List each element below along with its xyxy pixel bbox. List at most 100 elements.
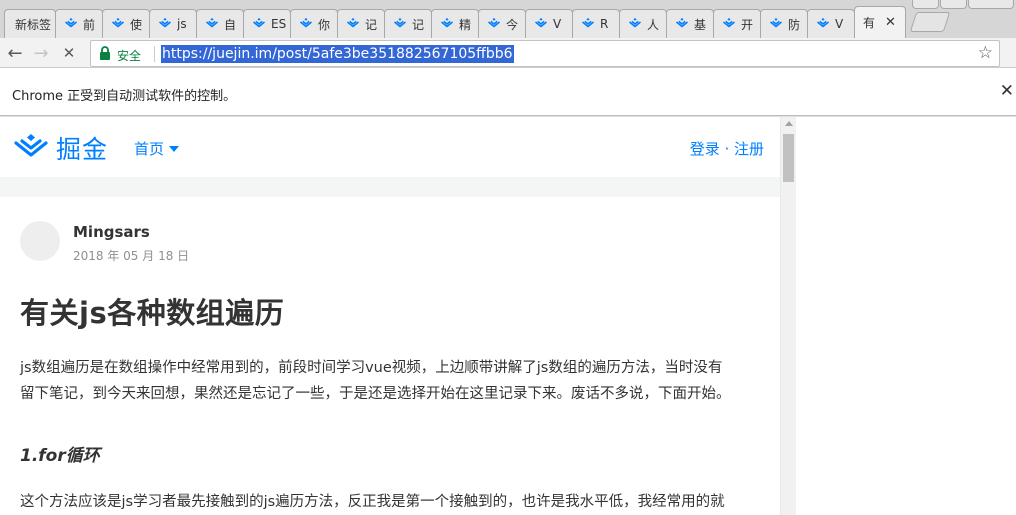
juejin-icon: [487, 17, 501, 31]
window-close-button[interactable]: [968, 0, 1014, 9]
juejin-icon: [252, 17, 266, 31]
tab-title: 精: [459, 17, 472, 32]
paragraph-line: 留下笔记，到今天来回想，果然还是忘记了一些，于是还是选择开始在这里记录下来。废话…: [20, 386, 731, 402]
article-title: 有关js各种数组遍历: [20, 296, 285, 330]
scroll-up-arrow-icon[interactable]: [785, 121, 793, 126]
browser-tab[interactable]: 自: [196, 9, 244, 38]
tab-title: 你: [318, 17, 331, 32]
new-tab-button[interactable]: [909, 12, 951, 32]
infobar-close-icon[interactable]: ✕: [1000, 81, 1014, 101]
nav-home-dropdown[interactable]: 首页: [134, 138, 180, 159]
browser-tab[interactable]: R: [572, 9, 620, 38]
browser-tab[interactable]: 今: [478, 9, 526, 38]
browser-tab[interactable]: 人: [619, 9, 667, 38]
page-viewport: 掘金 首页 登录 · 注册 Mingsars 2018 年 05 月 18 日 …: [0, 117, 780, 515]
tab-title: 基: [694, 17, 707, 32]
tab-title: 自: [224, 17, 237, 32]
browser-tab[interactable]: 记: [384, 9, 432, 38]
juejin-icon: [346, 17, 360, 31]
publish-date: 2018 年 05 月 18 日: [73, 249, 190, 263]
scrollbar-thumb[interactable]: [783, 134, 794, 182]
browser-tab[interactable]: js: [149, 9, 197, 38]
juejin-icon: [111, 17, 125, 31]
browser-tab[interactable]: 开: [713, 9, 761, 38]
browser-tab[interactable]: 记: [337, 9, 385, 38]
tab-title: 前: [83, 17, 96, 32]
tab-title: 开: [741, 17, 754, 32]
tab-title: 记: [365, 17, 378, 32]
tab-strip: 新标签前使 js 自 ES 你记记精今 V R 人基开防 V 有 ✕: [0, 0, 1016, 38]
juejin-icon: [534, 17, 548, 31]
juejin-icon: [675, 17, 689, 31]
page-scrollbar[interactable]: [780, 117, 796, 515]
tab-title: 有: [863, 16, 876, 30]
juejin-icon: [158, 17, 172, 31]
browser-tab[interactable]: 基: [666, 9, 714, 38]
browser-tab[interactable]: 使: [102, 9, 150, 38]
paragraph-line: js数组遍历是在数组操作中经常用到的，前段时间学习vue视频，上边顺带讲解了js…: [20, 360, 723, 376]
juejin-icon: [816, 17, 830, 31]
juejin-icon: [440, 17, 454, 31]
browser-tab[interactable]: V: [807, 9, 855, 38]
browser-toolbar: ← → ✕ 安全 https://juejin.im/post/5afe3be3…: [0, 38, 1016, 68]
omnibox-divider: [154, 46, 155, 62]
secure-label: 安全: [117, 49, 142, 63]
logo-text: 掘金: [56, 135, 109, 164]
infobar-message: Chrome 正受到自动测试软件的控制。: [12, 89, 237, 104]
juejin-logo-icon: [12, 131, 50, 165]
juejin-icon: [581, 17, 595, 31]
forward-arrow-icon: →: [33, 42, 49, 64]
browser-tab[interactable]: 你: [290, 9, 338, 38]
nav-home-label: 首页: [134, 140, 165, 158]
address-bar[interactable]: 安全 https://juejin.im/post/5afe3be3518825…: [90, 40, 1000, 67]
stop-icon: ✕: [62, 44, 76, 62]
tab-title: R: [600, 17, 609, 31]
author-avatar[interactable]: [20, 221, 60, 261]
article-paragraph: 这个方法应该是js学习者最先接触到的js遍历方法，反正我是第一个接触到的，也许是…: [20, 494, 725, 510]
tab-title: 记: [412, 17, 425, 32]
article-paragraph: js数组遍历是在数组操作中经常用到的，前段时间学习vue视频，上边顺带讲解了js…: [20, 355, 760, 407]
blank-area: [796, 117, 1016, 515]
article-card: Mingsars 2018 年 05 月 18 日 有关js各种数组遍历 js数…: [0, 197, 780, 515]
tab-title: 人: [647, 17, 660, 32]
tab-title: V: [835, 17, 844, 31]
juejin-icon: [64, 17, 78, 31]
browser-tab[interactable]: 防: [760, 9, 808, 38]
back-button[interactable]: ←: [4, 42, 26, 64]
back-arrow-icon: ←: [7, 42, 23, 64]
tab-title: 今: [506, 17, 519, 32]
site-logo[interactable]: 掘金: [12, 130, 108, 166]
login-register-link[interactable]: 登录 · 注册: [690, 138, 764, 159]
browser-tab[interactable]: 新标签: [4, 9, 56, 38]
author-name[interactable]: Mingsars: [73, 223, 150, 241]
juejin-icon: [205, 17, 219, 31]
bookmark-star-icon[interactable]: ☆: [978, 43, 993, 63]
tab-title: 新标签: [15, 17, 52, 32]
forward-button[interactable]: →: [30, 42, 52, 64]
window-minimize-button[interactable]: [912, 0, 939, 9]
stop-loading-button[interactable]: ✕: [58, 42, 80, 64]
juejin-icon: [722, 17, 736, 31]
browser-tab[interactable]: V: [525, 9, 573, 38]
tab-title: 防: [788, 17, 801, 32]
juejin-icon: [628, 17, 642, 31]
browser-tab[interactable]: ES: [243, 9, 291, 38]
tab-title: js: [177, 17, 187, 31]
tab-title: ES: [271, 17, 287, 31]
juejin-icon: [299, 17, 313, 31]
caret-down-icon: [169, 145, 180, 152]
juejin-icon: [393, 17, 407, 31]
url-text[interactable]: https://juejin.im/post/5afe3be3518825671…: [161, 45, 514, 63]
tab-list: 新标签前使 js 自 ES 你记记精今 V R 人基开防 V 有 ✕: [4, 6, 906, 38]
section-heading: 1.for循环: [20, 446, 100, 466]
browser-tab[interactable]: 前: [55, 9, 103, 38]
tab-title: 使: [130, 17, 143, 32]
browser-tab-active[interactable]: 有 ✕: [854, 6, 906, 38]
tab-close-icon[interactable]: ✕: [885, 15, 896, 30]
juejin-icon: [769, 17, 783, 31]
browser-tab[interactable]: 精: [431, 9, 479, 38]
tab-title: V: [553, 17, 562, 31]
site-header: 掘金 首页 登录 · 注册: [0, 117, 780, 177]
automation-infobar: Chrome 正受到自动测试软件的控制。 ✕: [0, 68, 1016, 116]
window-maximize-button[interactable]: [940, 0, 967, 9]
